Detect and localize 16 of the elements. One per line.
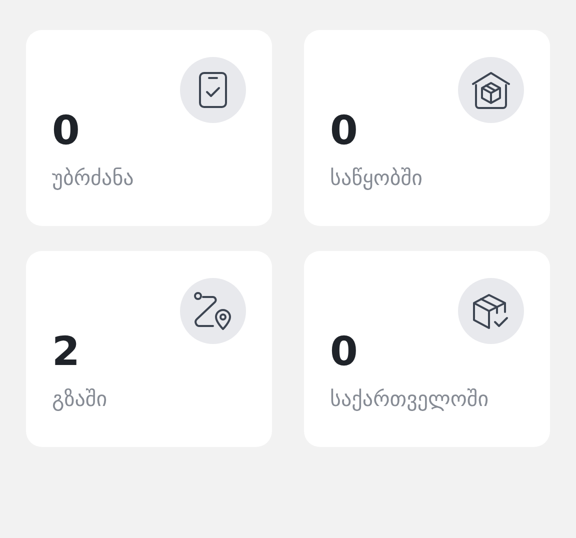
phone-check-icon: [198, 71, 228, 109]
status-card[interactable]: 0 საწყობში: [304, 30, 550, 226]
count-value: 0: [330, 109, 359, 153]
status-label: უბრძანა: [52, 165, 135, 192]
warehouse-box-icon: [471, 70, 511, 110]
status-card[interactable]: 0 საქართველოში: [304, 251, 550, 447]
box-check-icon: [472, 292, 510, 330]
status-card[interactable]: 0 უბრძანა: [26, 30, 272, 226]
count-value: 0: [52, 109, 81, 153]
route-pin-icon: [193, 291, 233, 331]
count-value: 2: [52, 330, 81, 374]
status-label: საწყობში: [330, 165, 424, 192]
status-card[interactable]: 2 გზაში: [26, 251, 272, 447]
count-value: 0: [330, 330, 359, 374]
status-label: გზაში: [52, 386, 108, 413]
status-label: საქართველოში: [330, 386, 490, 413]
